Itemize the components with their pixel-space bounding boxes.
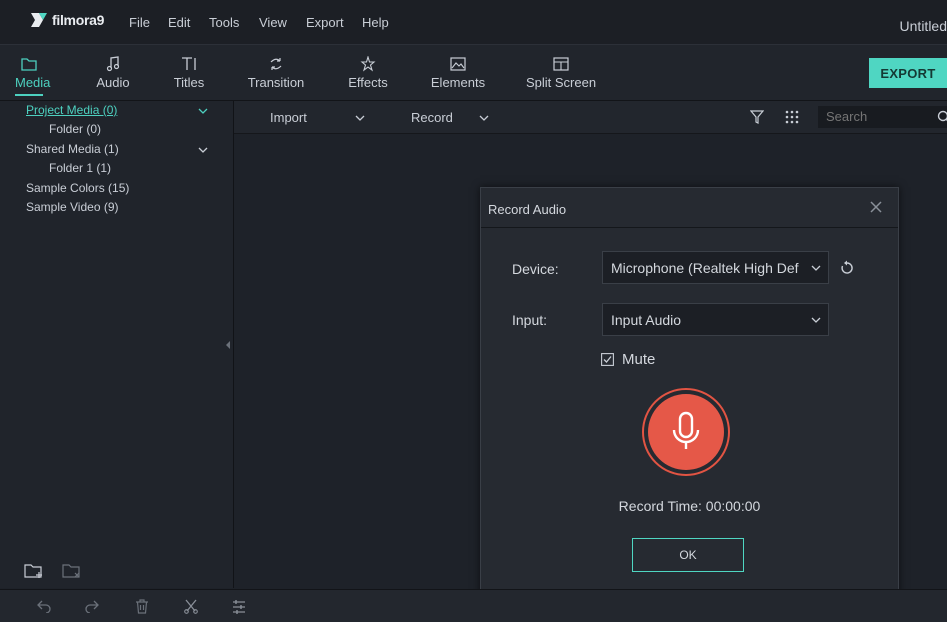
menu-view[interactable]: View [259,15,287,30]
undo-icon[interactable] [36,599,52,613]
close-icon[interactable] [870,201,882,213]
tab-elements-label: Elements [429,75,487,90]
sidebar-item-project-media[interactable]: Project Media (0) [26,103,117,117]
ok-button[interactable]: OK [632,538,744,572]
search-input[interactable] [818,106,930,127]
adjust-icon[interactable] [232,599,246,614]
tab-elements[interactable]: Elements [429,53,487,90]
sidebar-item-folder-1[interactable]: Folder 1 (1) [49,161,111,175]
media-subtoolbar: Import Record [234,101,947,134]
tab-effects[interactable]: Effects [346,53,390,90]
sidebar-item-folder[interactable]: Folder (0) [49,122,101,136]
tab-media[interactable]: Media [15,53,43,96]
tab-audio[interactable]: Audio [93,53,133,90]
chevron-down-icon[interactable] [479,114,489,122]
menu-file[interactable]: File [129,15,150,30]
sidebar-item-sample-video[interactable]: Sample Video (9) [26,200,119,214]
logo-text: filmora9 [52,12,104,28]
delete-folder-icon[interactable] [62,562,82,580]
chevron-down-icon [811,264,821,272]
dialog-title: Record Audio [488,202,566,217]
new-folder-icon[interactable] [24,562,44,580]
tab-titles-label: Titles [170,75,208,90]
filter-icon[interactable] [750,110,764,124]
sidebar-item-shared-media[interactable]: Shared Media (1) [26,142,119,156]
effects-icon [346,53,390,75]
chevron-down-icon [811,316,821,324]
folder-icon [15,53,43,75]
menu-tools[interactable]: Tools [209,15,239,30]
search-box [818,106,947,128]
sidebar-item-sample-colors[interactable]: Sample Colors (15) [26,181,129,195]
mute-label: Mute [622,351,655,368]
record-audio-dialog: Record Audio Device: Microphone (Realtek… [480,187,899,606]
tab-transition[interactable]: Transition [244,53,308,90]
refresh-icon[interactable] [840,260,854,276]
input-select[interactable]: Input Audio [602,303,829,336]
chevron-down-icon[interactable] [198,107,208,115]
redo-icon[interactable] [84,599,100,613]
music-note-icon [93,53,133,75]
chevron-down-icon[interactable] [355,114,365,122]
device-select[interactable]: Microphone (Realtek High Def [602,251,829,284]
export-button[interactable]: EXPORT [869,58,947,88]
tab-transition-label: Transition [244,75,308,90]
menu-bar: filmora9 File Edit Tools View Export Hel… [0,0,947,45]
sidebar-footer [24,562,82,580]
search-icon[interactable] [937,110,947,124]
menu-help[interactable]: Help [362,15,389,30]
image-icon [429,53,487,75]
device-select-value: Microphone (Realtek High Def [611,260,799,276]
tab-media-label: Media [15,75,43,90]
dialog-header: Record Audio [481,188,898,228]
tab-split-screen-label: Split Screen [525,75,597,90]
record-mic-button[interactable] [648,394,724,470]
tab-split-screen[interactable]: Split Screen [525,53,597,90]
record-button[interactable]: Record [411,110,453,125]
split-screen-icon [525,53,597,75]
record-time: Record Time: 00:00:00 [481,498,898,514]
mute-option[interactable]: Mute [601,351,655,368]
filmora-logo-icon [30,11,48,29]
input-select-value: Input Audio [611,312,681,328]
menu-export[interactable]: Export [306,15,344,30]
media-library-sidebar: Project Media (0) Folder (0) Shared Medi… [0,101,234,588]
tab-titles[interactable]: Titles [170,53,208,90]
tab-effects-label: Effects [346,75,390,90]
active-tab-underline [15,94,43,96]
transition-icon [244,53,308,75]
trash-icon[interactable] [135,599,149,614]
device-label: Device: [512,261,559,277]
record-button-ring [642,388,730,476]
text-icon [170,53,208,75]
scissors-icon[interactable] [184,599,198,614]
window-title: Untitled [900,18,947,34]
chevron-down-icon[interactable] [198,146,208,154]
menu-edit[interactable]: Edit [168,15,190,30]
grid-view-icon[interactable] [785,110,799,124]
mute-checkbox[interactable] [601,353,614,366]
collapse-sidebar-icon[interactable] [225,341,231,349]
microphone-icon [671,411,701,453]
input-label: Input: [512,312,547,328]
app-logo: filmora9 [30,11,104,29]
import-button[interactable]: Import [270,110,307,125]
timeline-toolbar [0,589,947,622]
main-toolbar: Media Audio Titles Transition Effects El… [0,45,947,101]
tab-audio-label: Audio [93,75,133,90]
